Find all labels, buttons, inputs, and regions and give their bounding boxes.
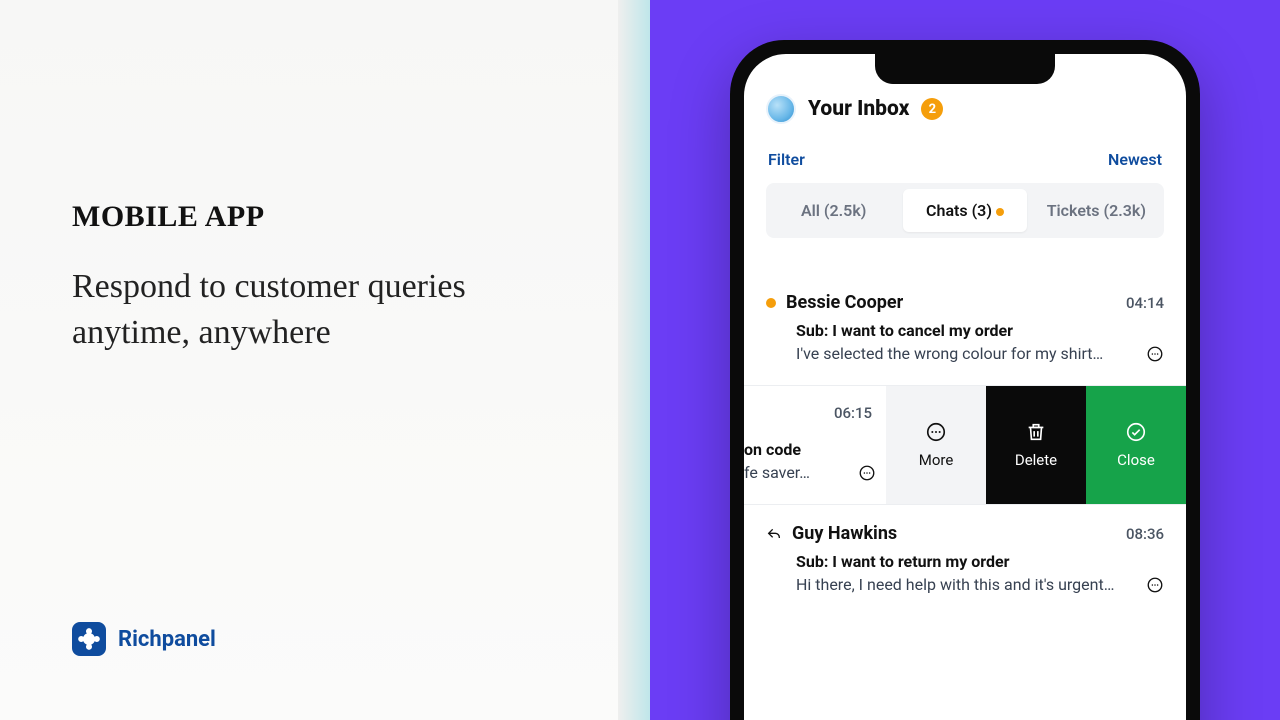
swipe-actions: More Delete Close [886, 386, 1186, 504]
delete-button[interactable]: Delete [986, 386, 1086, 504]
conversation-list: Bessie Cooper 04:14 Sub: I want to cance… [744, 274, 1186, 616]
headline: Respond to customer queries anytime, any… [72, 264, 546, 356]
subject: Sub: I want to return my order [766, 552, 1164, 571]
more-label: More [919, 451, 954, 469]
tab-chats[interactable]: Chats (3) [903, 189, 1026, 232]
tab-tickets[interactable]: Tickets (2.3k) [1035, 189, 1158, 232]
chat-icon [1146, 576, 1164, 594]
tabbar: All (2.5k) Chats (3) Tickets (2.3k) [766, 183, 1164, 238]
timestamp: 08:36 [1126, 525, 1164, 543]
preview: I've selected the wrong colour for my sh… [796, 344, 1136, 363]
preview: Hi there, I need help with this and it's… [796, 575, 1136, 594]
kicker: MOBILE APP [72, 200, 546, 234]
sender-name: Bessie Cooper [786, 292, 1116, 313]
page-title: Your Inbox [808, 97, 909, 121]
reply-icon [766, 526, 782, 542]
check-circle-icon [1125, 421, 1147, 443]
phone-notch [875, 54, 1055, 84]
close-button[interactable]: Close [1086, 386, 1186, 504]
brand-logo-icon [72, 622, 106, 656]
unread-badge: 2 [921, 98, 943, 120]
brand: Richpanel [72, 622, 216, 656]
brand-name: Richpanel [118, 627, 216, 652]
panel-divider [618, 0, 650, 720]
delete-label: Delete [1015, 451, 1057, 469]
chat-icon [1146, 345, 1164, 363]
marketing-panel: MOBILE APP Respond to customer queries a… [0, 0, 618, 720]
more-icon [925, 421, 947, 443]
chat-icon [858, 464, 876, 482]
subject: Sub: I want to cancel my order [766, 321, 1164, 340]
unread-dot-icon [766, 298, 776, 308]
tab-all[interactable]: All (2.5k) [772, 189, 895, 232]
subject: on code [744, 440, 876, 459]
close-label: Close [1117, 451, 1155, 469]
more-button[interactable]: More [886, 386, 986, 504]
status-dot-icon [996, 208, 1004, 216]
timestamp: 06:15 [834, 404, 872, 422]
tab-chats-label: Chats (3) [926, 201, 992, 220]
trash-icon [1025, 421, 1047, 443]
sender-name: Guy Hawkins [792, 523, 1116, 544]
filter-button[interactable]: Filter [768, 150, 805, 169]
list-item[interactable]: Bessie Cooper 04:14 Sub: I want to cance… [744, 274, 1186, 385]
phone-frame: Your Inbox 2 Filter Newest All (2.5k) Ch… [730, 40, 1200, 720]
list-item[interactable]: 06:15 on code fe saver… More [744, 385, 1186, 504]
preview: fe saver… [744, 463, 848, 482]
list-item[interactable]: Guy Hawkins 08:36 Sub: I want to return … [744, 504, 1186, 616]
timestamp: 04:14 [1126, 294, 1164, 312]
phone-screen: Your Inbox 2 Filter Newest All (2.5k) Ch… [744, 54, 1186, 720]
avatar[interactable] [766, 94, 796, 124]
device-panel: Your Inbox 2 Filter Newest All (2.5k) Ch… [650, 0, 1280, 720]
sort-button[interactable]: Newest [1108, 150, 1162, 169]
